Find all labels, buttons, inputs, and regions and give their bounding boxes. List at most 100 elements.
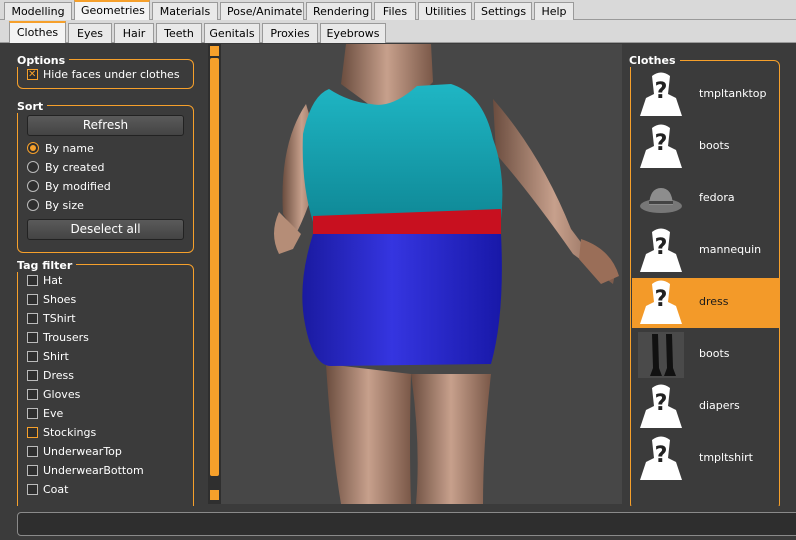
subtab-eyebrows[interactable]: Eyebrows [320, 23, 386, 43]
boots-icon [638, 332, 684, 378]
tag-coat[interactable]: Coat [27, 482, 68, 498]
unknown-figure-icon: ? [640, 280, 682, 324]
clothes-item-label: dress [699, 295, 729, 308]
sort-by-modified-radio[interactable]: By modified [27, 179, 111, 195]
tag-underwearbottom[interactable]: UnderwearBottom [27, 463, 144, 479]
tab-geometries[interactable]: Geometries [74, 0, 150, 20]
subtab-clothes[interactable]: Clothes [9, 21, 66, 43]
subtab-teeth[interactable]: Teeth [156, 23, 202, 43]
tab-pose-animate[interactable]: Pose/Animate [220, 2, 304, 20]
clothes-item-fedora[interactable]: fedora [632, 174, 780, 224]
tab-modelling[interactable]: Modelling [4, 2, 72, 20]
right-leg [411, 374, 491, 504]
radio-label: By name [45, 142, 94, 155]
tag-checkbox[interactable] [27, 370, 38, 381]
radio-label: By size [45, 199, 84, 212]
status-field[interactable] [17, 512, 796, 536]
tag-gloves[interactable]: Gloves [27, 387, 80, 403]
tag-label: Dress [43, 369, 74, 382]
tag-label: Stockings [43, 426, 97, 439]
tag-underweartop[interactable]: UnderwearTop [27, 444, 122, 460]
subtab-hair[interactable]: Hair [114, 23, 154, 43]
clothes-item-tmpltshirt[interactable]: ? tmpltshirt [632, 434, 780, 484]
sort-by-size-radio[interactable]: By size [27, 198, 84, 214]
clothes-item-boots[interactable]: ? boots [632, 122, 780, 172]
svg-text:?: ? [655, 391, 668, 416]
hide-faces-label: Hide faces under clothes [43, 68, 180, 81]
tab-materials[interactable]: Materials [152, 2, 218, 20]
tag-checkbox[interactable] [27, 351, 38, 362]
sort-by-name-radio[interactable]: By name [27, 141, 94, 157]
clothes-item-mannequin[interactable]: ? mannequin [632, 226, 780, 276]
tab-files[interactable]: Files [374, 2, 416, 20]
tag-label: UnderwearTop [43, 445, 122, 458]
svg-text:?: ? [655, 287, 668, 312]
unknown-figure-icon: ? [640, 436, 682, 480]
tag-checkbox[interactable] [27, 332, 38, 343]
tag-checkbox[interactable] [27, 275, 38, 286]
scroll-down-arrow-icon[interactable] [210, 490, 219, 500]
tag-label: TShirt [43, 312, 76, 325]
hide-faces-checkbox-row[interactable]: Hide faces under clothes [27, 67, 180, 83]
subtab-genitals[interactable]: Genitals [204, 23, 260, 43]
clothes-item-label: diapers [699, 399, 740, 412]
svg-text:?: ? [655, 131, 668, 156]
svg-text:?: ? [655, 79, 668, 104]
radio-indicator[interactable] [27, 161, 39, 173]
clothes-item-label: fedora [699, 191, 735, 204]
radio-indicator[interactable] [27, 180, 39, 192]
tag-stockings[interactable]: Stockings [27, 425, 96, 441]
tag-checkbox[interactable] [27, 446, 38, 457]
tag-tshirt[interactable]: TShirt [27, 311, 76, 327]
tag-checkbox[interactable] [27, 294, 38, 305]
subtab-proxies[interactable]: Proxies [262, 23, 318, 43]
deselect-all-button[interactable]: Deselect all [27, 219, 184, 240]
clothes-item-boots-2[interactable]: boots [632, 330, 780, 380]
clothes-item-tmpltanktop[interactable]: ? tmpltanktop [632, 70, 780, 120]
tag-hat[interactable]: Hat [27, 273, 62, 289]
sort-by-created-radio[interactable]: By created [27, 160, 104, 176]
tag-label: Gloves [43, 388, 81, 401]
tag-label: UnderwearBottom [43, 464, 144, 477]
clothes-list-title: Clothes [629, 54, 680, 67]
tab-help[interactable]: Help [534, 2, 574, 20]
tag-trousers[interactable]: Trousers [27, 330, 89, 346]
clothes-item-diapers[interactable]: ? diapers [632, 382, 780, 432]
subtab-eyes[interactable]: Eyes [68, 23, 112, 43]
unknown-figure-icon: ? [640, 228, 682, 272]
clothes-item-label: tmpltanktop [699, 87, 767, 100]
tag-checkbox[interactable] [27, 313, 38, 324]
clothes-item-label: boots [699, 347, 730, 360]
tag-shoes[interactable]: Shoes [27, 292, 76, 308]
tag-dress[interactable]: Dress [27, 368, 74, 384]
tag-shirt[interactable]: Shirt [27, 349, 69, 365]
3d-viewport[interactable] [221, 44, 622, 504]
fedora-icon [640, 188, 682, 213]
refresh-button[interactable]: Refresh [27, 115, 184, 136]
tag-checkbox[interactable] [27, 408, 38, 419]
tanktop-shape [302, 84, 503, 222]
tab-utilities[interactable]: Utilities [418, 2, 472, 20]
clothes-item-dress[interactable]: ? dress [632, 278, 780, 328]
clothes-item-label: boots [699, 139, 730, 152]
main-tab-bar: Modelling Geometries Materials Pose/Anim… [0, 0, 796, 20]
tab-rendering[interactable]: Rendering [306, 2, 372, 20]
radio-indicator[interactable] [27, 142, 39, 154]
left-panel-scrollbar[interactable] [208, 44, 221, 504]
radio-label: By created [45, 161, 105, 174]
scroll-up-arrow-icon[interactable] [210, 46, 219, 56]
hide-faces-checkbox[interactable] [27, 67, 38, 83]
tag-checkbox[interactable] [27, 389, 38, 400]
clothes-item-label: mannequin [699, 243, 762, 256]
tag-label: Trousers [43, 331, 89, 344]
radio-indicator[interactable] [27, 199, 39, 211]
scroll-thumb[interactable] [210, 58, 219, 476]
tab-settings[interactable]: Settings [474, 2, 532, 20]
tag-eve[interactable]: Eve [27, 406, 63, 422]
tag-checkbox[interactable] [27, 465, 38, 476]
tag-label: Shirt [43, 350, 69, 363]
options-group-title: Options [17, 54, 70, 67]
unknown-figure-icon: ? [640, 124, 682, 168]
tag-checkbox[interactable] [27, 427, 38, 438]
tag-checkbox[interactable] [27, 484, 38, 495]
